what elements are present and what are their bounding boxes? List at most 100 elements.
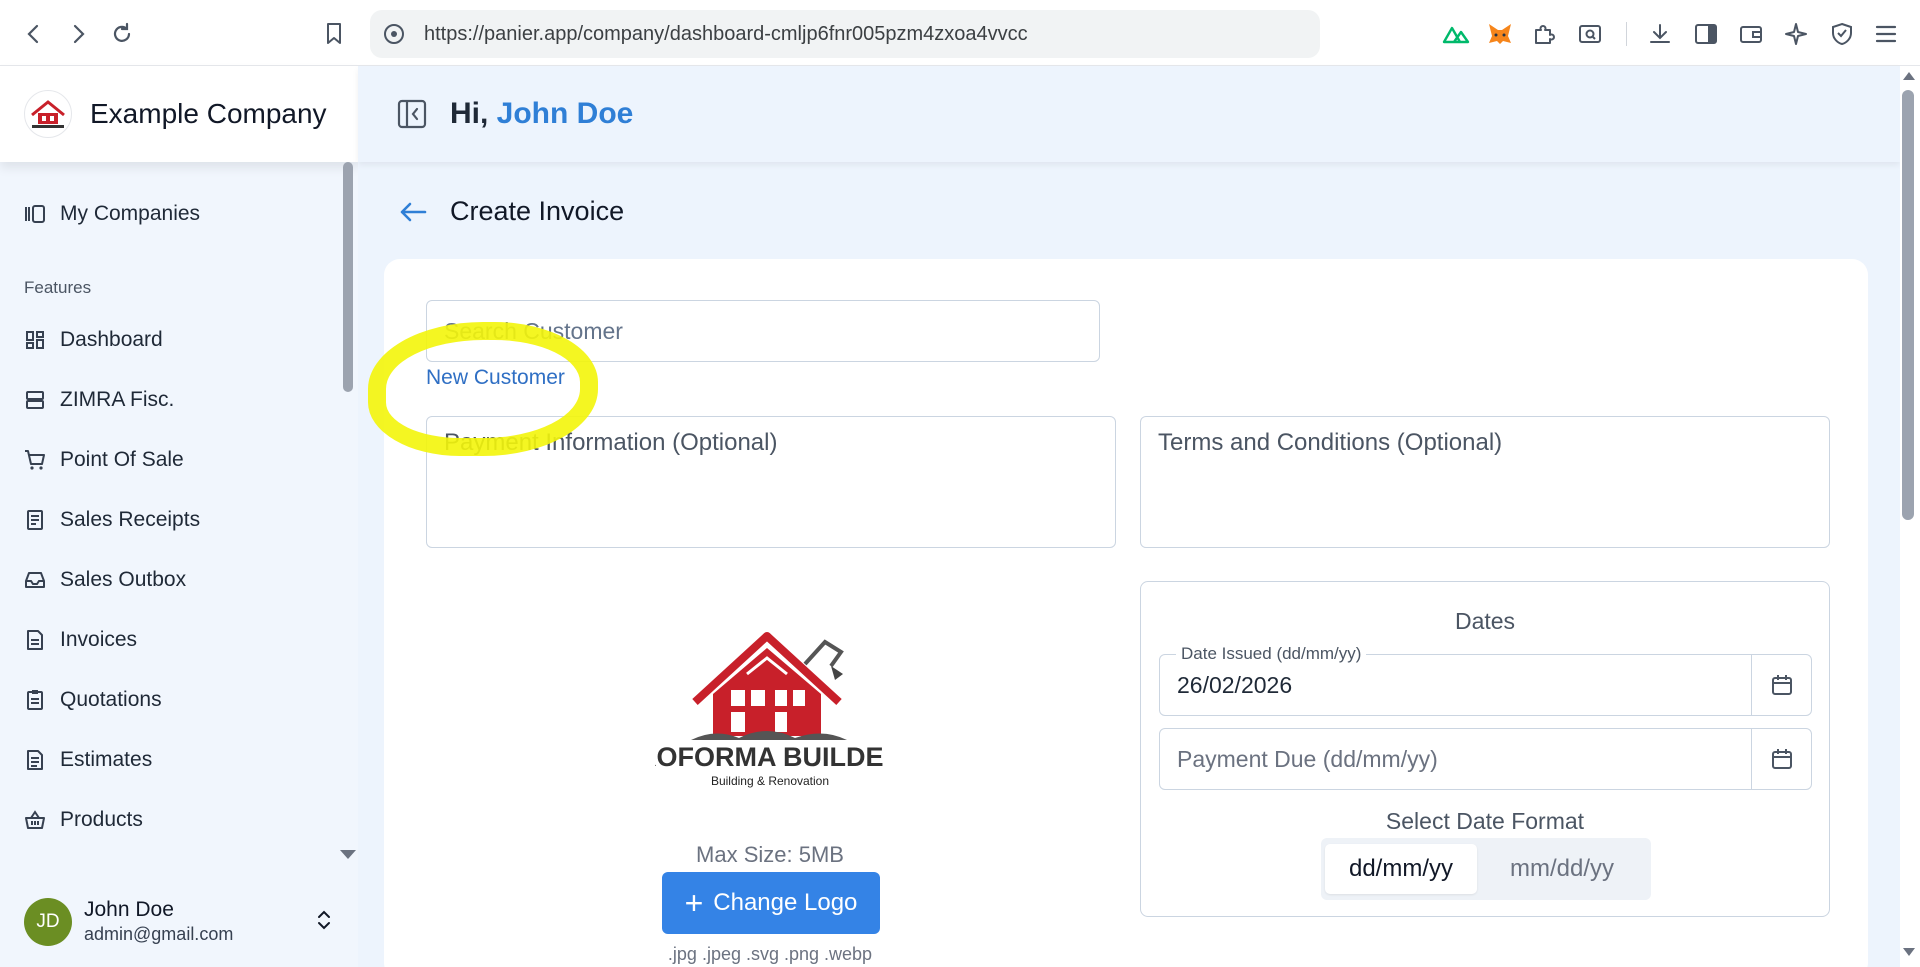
sidebar-item-my-companies[interactable]: My Companies bbox=[24, 194, 200, 234]
payment-due-field[interactable] bbox=[1159, 728, 1812, 790]
address-bar[interactable]: https://panier.app/company/dashboard-cml… bbox=[370, 10, 1320, 58]
sidebar-item-estimates[interactable]: Estimates bbox=[24, 740, 152, 780]
sidebar-item-zimra-fisc[interactable]: ZIMRA Fisc. bbox=[24, 380, 174, 420]
clipboard-icon bbox=[24, 689, 46, 711]
sidebar: Example Company My Companies Features Da… bbox=[0, 66, 358, 967]
max-size-note: Max Size: 5MB bbox=[696, 842, 844, 867]
top-header: Hi, John Doe bbox=[358, 66, 1900, 162]
date-issued-field[interactable]: Date Issued (dd/mm/yy) bbox=[1159, 644, 1812, 716]
sidebar-item-sales-receipts[interactable]: Sales Receipts bbox=[24, 500, 200, 540]
page-scrollbar-thumb[interactable] bbox=[1902, 90, 1914, 520]
search-customer-input[interactable] bbox=[427, 301, 1099, 361]
sidebar-item-label: Sales Receipts bbox=[60, 508, 201, 531]
shield-icon[interactable] bbox=[1828, 20, 1856, 48]
site-info-icon[interactable] bbox=[382, 22, 406, 46]
sidebar-item-point-of-sale[interactable]: Point Of Sale bbox=[24, 440, 184, 480]
calendar-icon[interactable] bbox=[1751, 655, 1811, 715]
document-icon bbox=[24, 629, 46, 651]
sidebar-icon[interactable] bbox=[1692, 20, 1720, 48]
dashboard-icon bbox=[24, 329, 46, 351]
dates-title: Dates bbox=[1454, 608, 1516, 634]
sidebar-scrollbar[interactable] bbox=[343, 162, 353, 392]
change-logo-label: Change Logo bbox=[713, 889, 858, 916]
back-icon[interactable] bbox=[20, 20, 48, 48]
sidebar-item-label: Quotations bbox=[60, 688, 162, 711]
ai-assistant-icon[interactable] bbox=[1782, 20, 1810, 48]
house-logo-icon bbox=[691, 632, 847, 740]
sidebar-item-label: Point Of Sale bbox=[60, 448, 184, 471]
scroll-up-icon[interactable] bbox=[1903, 72, 1915, 80]
user-name: John Doe bbox=[84, 898, 174, 921]
sidebar-item-quotations[interactable]: Quotations bbox=[24, 680, 162, 720]
document-list-icon bbox=[24, 749, 46, 771]
sidebar-item-label: Dashboard bbox=[60, 328, 163, 351]
sidebar-item-sales-outbox[interactable]: Sales Outbox bbox=[24, 560, 186, 600]
payment-due-input[interactable] bbox=[1160, 729, 1751, 789]
nuxt-extension-icon[interactable] bbox=[1442, 20, 1470, 48]
search-customer-field[interactable] bbox=[426, 300, 1100, 362]
sidebar-item-label: Estimates bbox=[60, 748, 153, 771]
terms-field[interactable] bbox=[1140, 416, 1830, 548]
company-switcher[interactable]: Example Company bbox=[0, 66, 358, 162]
logo-brand-text: PROFORMA BUILDERS bbox=[655, 742, 885, 772]
reload-icon[interactable] bbox=[108, 20, 136, 48]
company-logo-preview: PROFORMA BUILDERS Building & Renovation bbox=[619, 624, 921, 794]
format-option-mmddyy[interactable]: mm/dd/yy bbox=[1477, 844, 1647, 894]
sidebar-item-label: My Companies bbox=[60, 202, 201, 225]
menu-icon[interactable] bbox=[1872, 20, 1900, 48]
avatar: JD bbox=[24, 897, 72, 946]
sidebar-item-invoices[interactable]: Invoices bbox=[24, 620, 137, 660]
metamask-extension-icon[interactable] bbox=[1486, 20, 1514, 48]
sidebar-item-products[interactable]: Products bbox=[24, 800, 143, 840]
server-icon bbox=[24, 389, 46, 411]
greeting: Hi, John Doe bbox=[450, 97, 633, 131]
section-label-features: Features bbox=[24, 278, 92, 297]
page-header: Create Invoice bbox=[398, 196, 624, 227]
greeting-user-name: John Doe bbox=[496, 97, 634, 130]
user-email: admin@gmail.com bbox=[84, 924, 234, 944]
back-arrow-icon[interactable] bbox=[398, 197, 428, 227]
sidebar-item-label: ZIMRA Fisc. bbox=[60, 388, 175, 411]
toolbar-separator bbox=[1626, 22, 1627, 46]
sidebar-item-dashboard[interactable]: Dashboard bbox=[24, 320, 163, 360]
basket-icon bbox=[24, 809, 46, 831]
date-format-toggle: dd/mm/yy mm/dd/yy bbox=[1321, 838, 1651, 900]
companies-icon bbox=[24, 203, 46, 225]
wallet-icon[interactable] bbox=[1737, 20, 1765, 48]
sidebar-item-label: Products bbox=[60, 808, 143, 831]
company-logo bbox=[24, 90, 72, 138]
page-title: Create Invoice bbox=[450, 196, 625, 226]
terms-textarea[interactable] bbox=[1141, 417, 1829, 547]
company-name: Example Company bbox=[90, 98, 327, 129]
collapse-sidebar-icon[interactable] bbox=[396, 98, 428, 130]
user-menu[interactable]: JD John Doe admin@gmail.com bbox=[0, 876, 358, 967]
logo-tagline-text: Building & Renovation bbox=[711, 774, 829, 788]
url-text: https://panier.app/company/dashboard-cml… bbox=[424, 22, 1028, 45]
cart-icon bbox=[24, 449, 46, 471]
sidebar-scroll-down-icon[interactable] bbox=[340, 850, 356, 859]
scroll-down-icon[interactable] bbox=[1903, 948, 1915, 956]
calendar-icon[interactable] bbox=[1751, 729, 1811, 789]
greeting-prefix: Hi, bbox=[450, 97, 497, 130]
format-option-ddmmyy[interactable]: dd/mm/yy bbox=[1325, 844, 1477, 894]
inbox-icon bbox=[24, 569, 46, 591]
payment-info-field[interactable] bbox=[426, 416, 1116, 548]
new-customer-link[interactable]: New Customer bbox=[426, 366, 565, 390]
receipt-icon bbox=[24, 509, 46, 531]
date-format-label: Select Date Format bbox=[1385, 808, 1585, 834]
screen-search-icon[interactable] bbox=[1576, 20, 1604, 48]
chevron-up-down-icon[interactable] bbox=[314, 906, 334, 934]
date-issued-label: Date Issued (dd/mm/yy) bbox=[1176, 644, 1367, 664]
date-issued-input[interactable] bbox=[1160, 655, 1751, 715]
sidebar-item-label: Sales Outbox bbox=[60, 568, 187, 591]
forward-icon[interactable] bbox=[64, 20, 92, 48]
change-logo-button[interactable]: + Change Logo bbox=[662, 872, 880, 934]
sidebar-item-label: Invoices bbox=[60, 628, 138, 651]
dates-card: Dates Date Issued (dd/mm/yy) Select Date… bbox=[1140, 581, 1830, 917]
payment-info-textarea[interactable] bbox=[427, 417, 1115, 547]
bookmark-icon[interactable] bbox=[320, 20, 348, 48]
extensions-icon[interactable] bbox=[1530, 20, 1558, 48]
allowed-formats-note: .jpg .jpeg .svg .png .webp bbox=[667, 944, 873, 964]
downloads-icon[interactable] bbox=[1646, 20, 1674, 48]
plus-icon: + bbox=[684, 885, 704, 921]
